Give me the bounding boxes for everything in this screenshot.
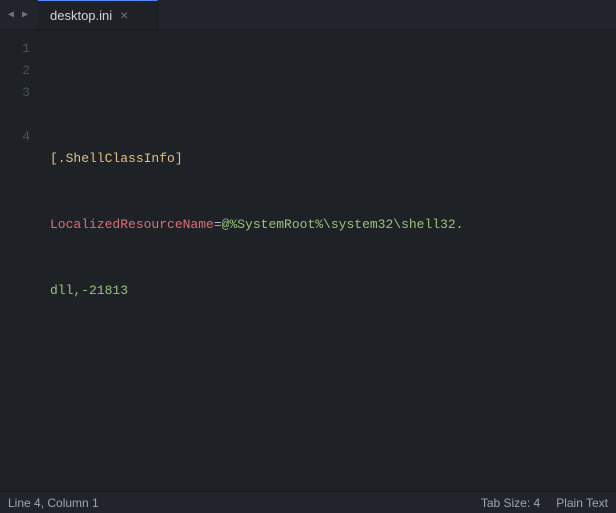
line-number-3: 3 <box>0 82 30 104</box>
editor: 1 2 3 3 4 [.ShellClassInfo] LocalizedRes… <box>0 30 616 491</box>
nav-right-arrow[interactable]: ▶ <box>18 5 32 25</box>
tab-desktop-ini[interactable]: desktop.ini × <box>38 0 158 29</box>
tab-size[interactable]: Tab Size: 4 <box>481 496 540 510</box>
nav-left-arrow[interactable]: ◀ <box>4 5 18 25</box>
code-content[interactable]: [.ShellClassInfo] LocalizedResourceName=… <box>40 30 616 491</box>
language-mode[interactable]: Plain Text <box>556 496 608 510</box>
tab-label: desktop.ini <box>50 8 112 23</box>
tab-bar: desktop.ini × <box>38 0 612 29</box>
code-line-3b: dll,-21813 <box>50 280 616 302</box>
code-line-3a: LocalizedResourceName=@%SystemRoot%\syst… <box>50 214 616 236</box>
nav-arrows: ◀ ▶ <box>4 5 32 25</box>
cursor-position: Line 4, Column 1 <box>8 496 99 510</box>
line-number-4: 4 <box>0 126 30 148</box>
line-number-1: 1 <box>0 38 30 60</box>
title-bar: ◀ ▶ desktop.ini × <box>0 0 616 30</box>
status-right: Tab Size: 4 Plain Text <box>481 496 608 510</box>
code-line-2: [.ShellClassInfo] <box>50 148 616 170</box>
status-left: Line 4, Column 1 <box>8 496 99 510</box>
status-bar: Line 4, Column 1 Tab Size: 4 Plain Text <box>0 491 616 513</box>
line-numbers: 1 2 3 3 4 <box>0 30 40 491</box>
code-line-4 <box>50 346 616 368</box>
tab-close-button[interactable]: × <box>120 8 128 22</box>
line-number-2: 2 <box>0 60 30 82</box>
code-line-1 <box>50 82 616 104</box>
